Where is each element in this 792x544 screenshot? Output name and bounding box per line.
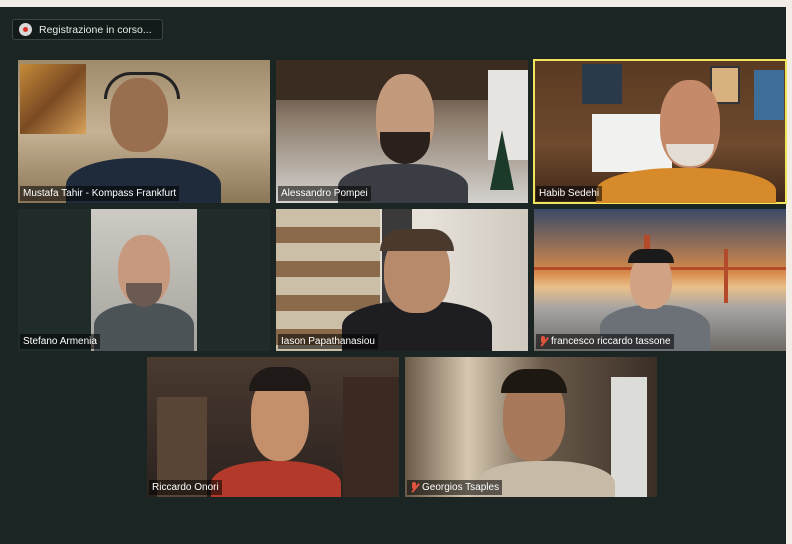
- video-tile-alessandro[interactable]: Alessandro Pompei: [276, 60, 528, 203]
- participant-name: Riccardo Onori: [149, 480, 222, 495]
- video-gallery: Registrazione in corso... Mustafa Tahir …: [0, 7, 787, 544]
- participant-name: Iason Papathanasiou: [278, 334, 378, 349]
- video-tile-riccardo[interactable]: Riccardo Onori: [147, 357, 399, 497]
- participant-name: Mustafa Tahir - Kompass Frankfurt: [20, 186, 180, 201]
- recording-indicator[interactable]: Registrazione in corso...: [12, 19, 163, 40]
- mic-muted-icon: [539, 336, 548, 347]
- video-tile-stefano[interactable]: Stefano Armenia: [18, 209, 270, 351]
- participant-name: Habib Sedehi: [536, 186, 603, 201]
- mic-muted-icon: [410, 482, 419, 493]
- video-tile-francesco[interactable]: francesco riccardo tassone: [534, 209, 786, 351]
- participant-name: Alessandro Pompei: [278, 186, 371, 201]
- record-icon: [19, 23, 32, 36]
- recording-label: Registrazione in corso...: [39, 23, 152, 36]
- video-tile-georgios[interactable]: Georgios Tsaples: [405, 357, 657, 497]
- participant-name: francesco riccardo tassone: [536, 334, 674, 349]
- video-tile-mustafa[interactable]: Mustafa Tahir - Kompass Frankfurt: [18, 60, 270, 203]
- video-tile-habib[interactable]: Habib Sedehi: [533, 59, 787, 204]
- video-tile-iason[interactable]: Iason Papathanasiou: [276, 209, 528, 351]
- participant-name: Stefano Armenia: [20, 334, 100, 349]
- participant-name: Georgios Tsaples: [407, 480, 503, 495]
